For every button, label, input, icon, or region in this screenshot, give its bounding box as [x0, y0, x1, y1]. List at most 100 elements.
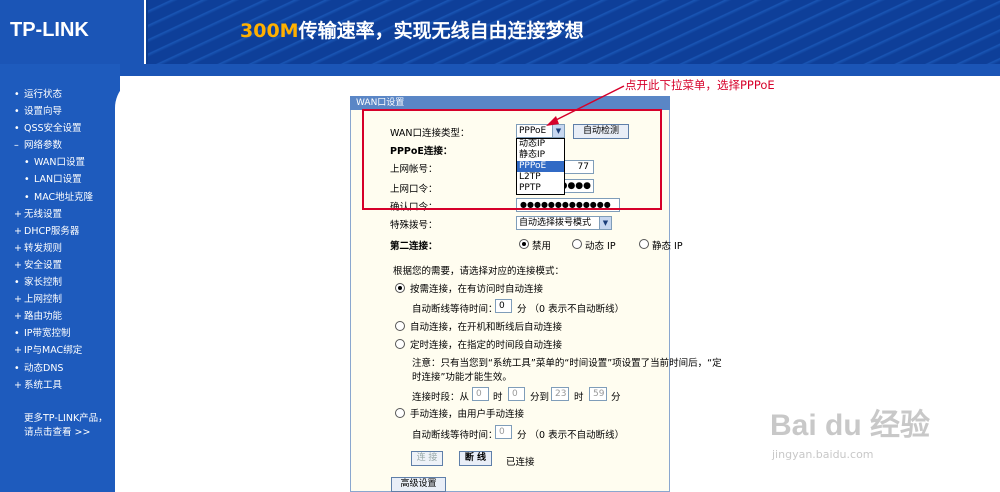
disconnect-button[interactable]: 断 线: [459, 451, 492, 466]
sidebar-item-qss[interactable]: • QSS安全设置: [14, 120, 93, 137]
expand-icon: +: [14, 311, 22, 323]
mode-auto-label: 自动连接，在开机和断线后自动连接: [410, 322, 563, 333]
idle1-unit: 分 （0 表示不自动断线）: [517, 304, 625, 315]
idle2-unit: 分 （0 表示不自动断线）: [517, 430, 625, 441]
mode-scheduled-label: 定时连接，在指定的时间段自动连接: [410, 340, 563, 351]
sidebar-item-status[interactable]: • 运行状态: [14, 86, 93, 103]
second-static-ip-radio[interactable]: [639, 239, 649, 249]
sidebar-item-wizard[interactable]: • 设置向导: [14, 103, 93, 120]
sidebar-item-label: 转发规则: [24, 242, 63, 254]
sidebar-item-label: 无线设置: [24, 208, 63, 220]
bullet-icon: •: [14, 328, 20, 340]
period-label: 连接时段：从: [412, 392, 470, 403]
connection-status: 已连接: [506, 457, 535, 468]
mode-scheduled-radio[interactable]: [395, 339, 405, 349]
expand-icon: +: [14, 294, 22, 306]
period-from-hour-input[interactable]: 0: [472, 387, 489, 401]
sidebar-item-wan[interactable]: • WAN口设置: [14, 154, 93, 171]
chevron-down-icon: ▼: [599, 217, 611, 229]
period-from-minute-input[interactable]: 0: [508, 387, 525, 401]
sidebar-menu: • 运行状态 • 设置向导 • QSS安全设置 – 网络参数 • WAN口设置 • LAN口…: [14, 86, 93, 394]
advanced-settings-button[interactable]: 高级设置: [391, 477, 446, 492]
idle1-label: 自动断线等待时间：: [412, 304, 498, 315]
connect-button[interactable]: 连 接: [411, 451, 443, 466]
sidebar-item-label: 系统工具: [24, 379, 63, 391]
sidebar-item-label: 设置向导: [24, 106, 63, 118]
sidebar-item-label: WAN口设置: [34, 157, 85, 169]
period-to-minute-input[interactable]: 59: [589, 387, 607, 401]
bullet-icon: •: [14, 277, 20, 289]
sidebar-item-security[interactable]: + 安全设置: [14, 257, 93, 274]
more-products-line2: 请点击查看 >>: [24, 427, 91, 438]
sidebar-item-forwarding[interactable]: + 转发规则: [14, 240, 93, 257]
sidebar-item-label: 安全设置: [24, 259, 63, 271]
bullet-icon: •: [24, 157, 30, 169]
collapse-icon: –: [14, 140, 19, 152]
sidebar-item-system[interactable]: + 系统工具: [14, 377, 93, 394]
sidebar-item-label: IP带宽控制: [24, 328, 71, 340]
hour-unit-2: 时: [574, 392, 584, 403]
mode-manual-radio[interactable]: [395, 408, 405, 418]
mode-auto-radio[interactable]: [395, 321, 405, 331]
expand-icon: +: [14, 242, 22, 254]
sidebar-item-dhcp[interactable]: + DHCP服务器: [14, 223, 93, 240]
note-line1: 注意：只有当您到“系统工具”菜单的“时间设置”项设置了当前时间后，“定: [412, 358, 722, 369]
expand-icon: +: [14, 208, 22, 220]
sidebar-item-label: MAC地址克隆: [34, 191, 94, 203]
idle2-input[interactable]: 0: [495, 425, 512, 439]
more-products-line1: 更多TP-LINK产品，: [24, 413, 108, 424]
sidebar-item-wireless[interactable]: + 无线设置: [14, 206, 93, 223]
sidebar-item-lan[interactable]: • LAN口设置: [14, 171, 93, 188]
expand-icon: +: [14, 225, 22, 237]
sidebar-item-label: 运行状态: [24, 89, 63, 100]
sidebar-item-label: 网络参数: [24, 140, 63, 152]
sidebar-item-label: LAN口设置: [34, 174, 82, 186]
logo-box: TP-LINK: [0, 0, 146, 64]
special-dial-value: 自动选择拨号模式: [519, 218, 592, 228]
mode-on-demand-label: 按需连接，在有访问时自动连接: [410, 284, 544, 295]
sidebar-item-label: QSS安全设置: [24, 123, 82, 135]
more-products-link[interactable]: 更多TP-LINK产品， 请点击查看 >>: [24, 412, 108, 440]
sidebar-item-ip-mac[interactable]: + IP与MAC绑定: [14, 342, 93, 359]
min-unit: 分: [611, 392, 621, 403]
mode-manual-label: 手动连接，由用户手动连接: [410, 409, 525, 420]
sidebar-item-bandwidth[interactable]: • IP带宽控制: [14, 325, 93, 342]
mode-on-demand-radio[interactable]: [395, 283, 405, 293]
bullet-icon: •: [14, 89, 20, 100]
bullet-icon: •: [24, 174, 30, 186]
idle1-input[interactable]: 0: [495, 299, 512, 313]
bullet-icon: •: [24, 191, 30, 203]
sidebar-item-label: 路由功能: [24, 311, 63, 323]
annotation-text: 点开此下拉菜单，选择PPPoE: [625, 78, 775, 92]
hour-unit-1: 时: [493, 392, 503, 403]
sidebar-item-ddns[interactable]: • 动态DNS: [14, 360, 93, 377]
sidebar-item-label: 上网控制: [24, 294, 63, 306]
slogan-text: 传输速率，实现无线自由连接梦想: [298, 20, 584, 42]
second-dynamic-ip-radio[interactable]: [572, 239, 582, 249]
bullet-icon: •: [14, 123, 20, 135]
sidebar-item-parental[interactable]: • 家长控制: [14, 274, 93, 291]
sidebar-item-label: IP与MAC绑定: [24, 345, 83, 357]
slogan: 300M传输速率，实现无线自由连接梦想: [240, 16, 584, 43]
second-dynamic-ip-label: 动态 IP: [585, 241, 616, 252]
annotation-arrow-icon: [546, 85, 625, 126]
expand-icon: +: [14, 379, 22, 391]
sidebar-item-network[interactable]: – 网络参数: [14, 137, 93, 154]
baidu-watermark: Bai du 经验: [770, 409, 931, 442]
second-disabled-label: 禁用: [532, 241, 552, 252]
second-disabled-radio[interactable]: [519, 239, 529, 249]
expand-icon: +: [14, 345, 22, 357]
special-dial-select[interactable]: 自动选择拨号模式 ▼: [516, 216, 612, 230]
header-banner: TP-LINK 300M传输速率，实现无线自由连接梦想: [0, 0, 1000, 64]
note-line2: 时连接”功能才能生效。: [412, 372, 512, 383]
baidu-watermark-url: jingyan.baidu.com: [772, 448, 874, 461]
sidebar-item-routing[interactable]: + 路由功能: [14, 308, 93, 325]
sidebar-item-mac-clone[interactable]: • MAC地址克隆: [14, 189, 93, 206]
expand-icon: +: [14, 259, 22, 271]
slogan-speed: 300M: [240, 20, 299, 42]
period-to-hour-input[interactable]: 23: [551, 387, 569, 401]
tp-link-logo: TP-LINK: [10, 19, 89, 41]
second-connection-label: 第二连接：: [390, 241, 438, 252]
sidebar-item-access-control[interactable]: + 上网控制: [14, 291, 93, 308]
idle2-label: 自动断线等待时间：: [412, 430, 498, 441]
